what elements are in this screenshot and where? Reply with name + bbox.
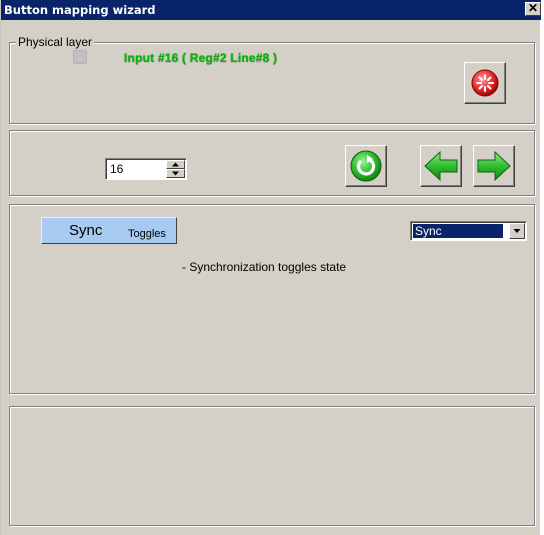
- close-button[interactable]: ✕: [525, 2, 541, 16]
- previous-button[interactable]: [420, 145, 462, 187]
- green-right-arrow-icon: [477, 150, 511, 182]
- physical-layer-legend: Physical layer: [16, 35, 95, 49]
- red-burst-icon: [471, 69, 499, 97]
- spinner-buttons: [166, 160, 185, 178]
- title-bar: Button mapping wizard ✕: [1, 0, 541, 20]
- info-group: [9, 406, 535, 526]
- sync-button-sublabel: Toggles: [128, 228, 166, 240]
- green-left-arrow-icon: [424, 150, 458, 182]
- button-number-value: 16: [110, 162, 124, 176]
- sync-toggles-button[interactable]: Sync Toggles: [41, 217, 177, 244]
- refresh-button[interactable]: [345, 145, 387, 187]
- input-state-indicator: [73, 50, 87, 64]
- reset-button[interactable]: [464, 62, 506, 104]
- button-number-spinner[interactable]: 16: [105, 158, 187, 180]
- spin-up-icon: [172, 162, 179, 167]
- sync-button-label: Sync: [69, 222, 103, 239]
- mode-select[interactable]: Sync: [410, 221, 527, 241]
- mode-selected-value: Sync: [413, 224, 503, 238]
- spin-up-button[interactable]: [166, 160, 185, 169]
- chevron-down-icon: [513, 229, 521, 233]
- close-icon: ✕: [527, 1, 539, 15]
- spin-down-button[interactable]: [166, 169, 185, 178]
- next-button[interactable]: [473, 145, 515, 187]
- mapping-description: - Synchronization toggles state: [182, 260, 347, 274]
- green-refresh-icon: [350, 150, 382, 182]
- input-status-text: Input #16 ( Reg#2 Line#8 ): [124, 51, 278, 65]
- window-title: Button mapping wizard: [4, 3, 156, 17]
- mode-dropdown-button[interactable]: [509, 223, 525, 239]
- spin-down-icon: [172, 171, 179, 176]
- wizard-window: Button mapping wizard ✕ Physical layer I…: [0, 0, 541, 535]
